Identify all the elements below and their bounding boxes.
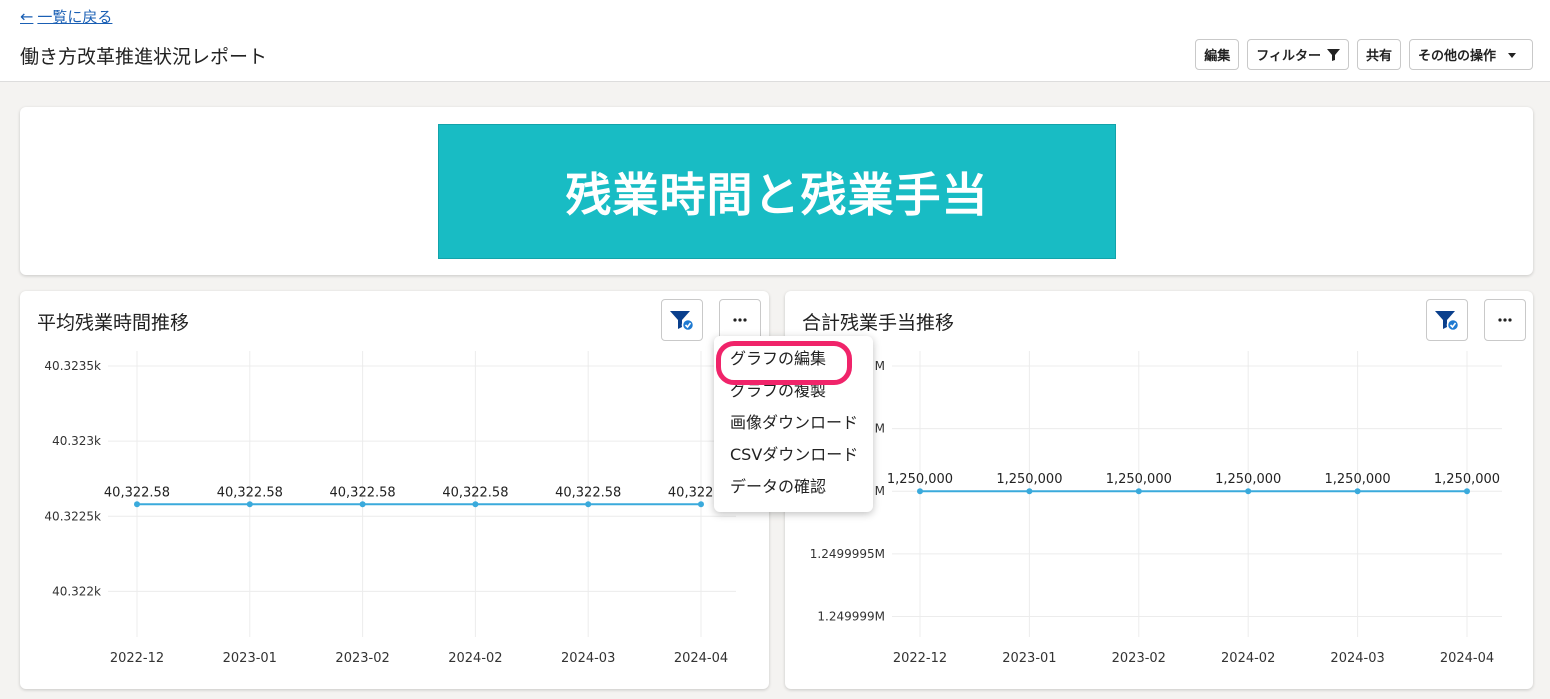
data-point	[134, 501, 140, 508]
data-point	[1026, 488, 1033, 495]
data-point	[585, 501, 592, 508]
y-tick-label: 40.323k	[52, 434, 101, 448]
data-label: 1,250,000	[1325, 472, 1391, 487]
y-tick-label: 1.2499995M	[810, 547, 885, 561]
back-link-label: 一覧に戻る	[37, 8, 113, 26]
data-label: 40,322.58	[217, 485, 283, 500]
x-tick-label: 2024-02	[1221, 651, 1275, 666]
data-label: 40,322.58	[555, 485, 621, 500]
filter-button[interactable]: フィルター	[1247, 39, 1349, 70]
more-actions-button[interactable]: その他の操作	[1408, 39, 1533, 70]
y-tick-label: M	[875, 422, 885, 436]
menu-item-download-image[interactable]: 画像ダウンロード	[714, 407, 873, 439]
toolbar: 編集 フィルター 共有 その他の操作	[1195, 39, 1533, 70]
data-label: 1,250,000	[887, 472, 953, 487]
y-tick-label: 40.3225k	[44, 509, 101, 523]
x-tick-label: 2023-02	[1112, 651, 1166, 666]
data-point	[1354, 488, 1361, 495]
x-tick-label: 2023-01	[223, 651, 277, 666]
y-tick-label: M	[875, 484, 885, 498]
data-label: 1,250,000	[996, 472, 1062, 487]
y-tick-label: 40.322k	[52, 584, 101, 598]
section-banner: 残業時間と残業手当	[438, 124, 1116, 259]
x-tick-label: 2024-02	[448, 651, 502, 666]
y-tick-label: M	[875, 359, 885, 373]
avg-overtime-chart-card: 平均残業時間推移 40.3235k 40.323k 40.3225k 40.322k 2…	[20, 291, 769, 689]
total-allowance-chart-card: 合計残業手当推移 M M M 1.2499995M 1.249999M 2022-12 20…	[785, 291, 1533, 689]
total-allowance-line-chart: M M M 1.2499995M 1.249999M 2022-12 2023-01 2023…	[810, 351, 1502, 666]
menu-item-download-csv[interactable]: CSVダウンロード	[714, 439, 873, 471]
report-header: ← 一覧に戻る 働き方改革推進状況レポート 編集 フィルター 共有 その他の操作	[0, 0, 1550, 82]
arrow-left-icon: ←	[20, 7, 34, 26]
data-point	[698, 501, 704, 508]
x-tick-label: 2023-02	[335, 651, 389, 666]
data-label: 40,322.58	[442, 485, 508, 500]
x-tick-label: 2024-03	[561, 651, 615, 666]
data-point	[1464, 488, 1470, 495]
edit-button[interactable]: 編集	[1195, 39, 1240, 70]
x-tick-label: 2024-04	[1440, 651, 1494, 666]
data-point	[246, 501, 253, 508]
funnel-icon	[1326, 49, 1340, 61]
data-label: 1,250,000	[1106, 472, 1172, 487]
avg-overtime-line-chart: 40.3235k 40.323k 40.3225k 40.322k 2022-12 202…	[44, 351, 736, 666]
x-tick-label: 2024-03	[1330, 651, 1384, 666]
data-point	[917, 488, 923, 495]
menu-item-view-data[interactable]: データの確認	[714, 471, 873, 503]
data-point	[472, 501, 479, 508]
banner-card: 残業時間と残業手当	[20, 107, 1533, 275]
menu-item-edit-chart[interactable]: グラフの編集	[714, 341, 873, 385]
data-label: 40,322.58	[330, 485, 396, 500]
x-tick-label: 2022-12	[893, 651, 947, 666]
filter-button-label: フィルター	[1256, 48, 1321, 63]
data-point	[359, 501, 366, 508]
caret-down-icon	[1508, 52, 1516, 58]
share-button[interactable]: 共有	[1356, 39, 1401, 70]
back-to-list-link[interactable]: ← 一覧に戻る	[20, 6, 112, 27]
x-tick-label: 2024-04	[674, 651, 728, 666]
y-tick-label: 40.3235k	[44, 359, 101, 373]
data-point	[1245, 488, 1252, 495]
x-tick-label: 2023-01	[1002, 651, 1056, 666]
more-actions-label: その他の操作	[1417, 48, 1496, 63]
chart-actions-menu: グラフの編集 グラフの複製 画像ダウンロード CSVダウンロード データの確認	[714, 336, 873, 512]
page-title: 働き方改革推進状況レポート	[20, 46, 268, 68]
data-point	[1135, 488, 1142, 495]
data-label: 1,250,000	[1215, 472, 1281, 487]
x-tick-label: 2022-12	[110, 651, 164, 666]
y-tick-label: 1.249999M	[817, 609, 885, 623]
data-label: 1,250,000	[1434, 472, 1500, 487]
data-label: 40,322.58	[104, 485, 170, 500]
